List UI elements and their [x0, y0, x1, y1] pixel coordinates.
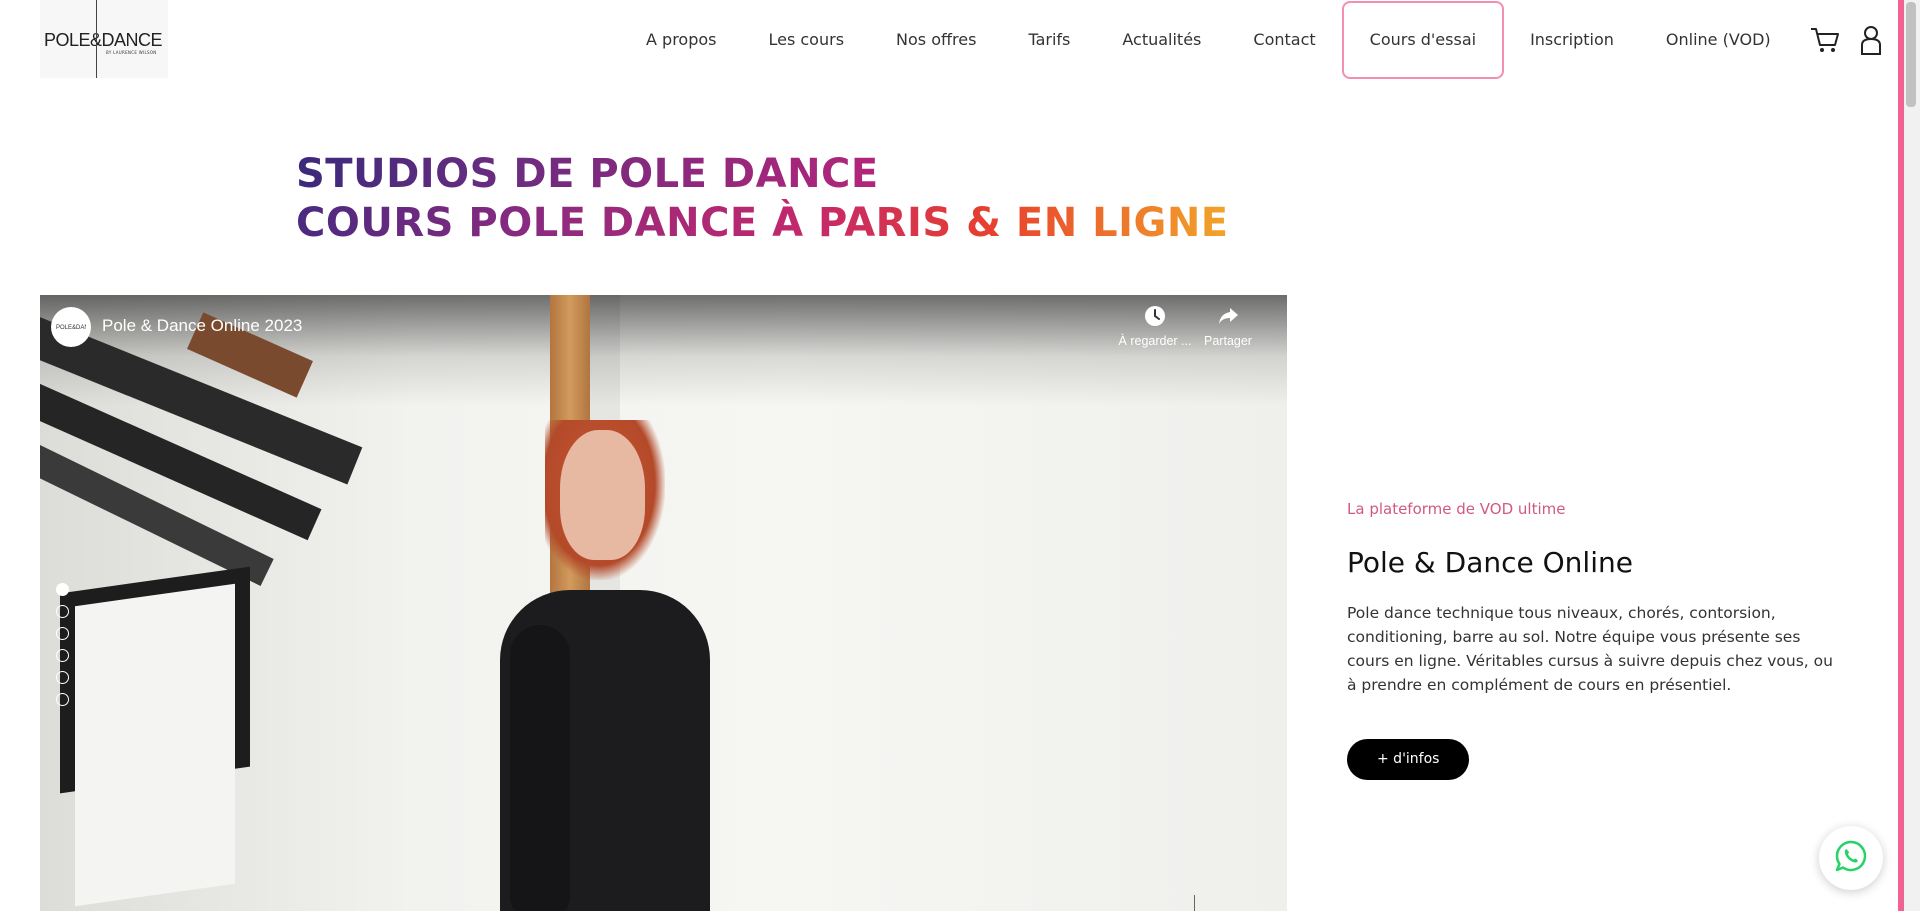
scrollbar-thumb[interactable] — [1906, 2, 1916, 107]
svg-text:POLE&DANCE: POLE&DANCE — [56, 325, 86, 331]
hero-line-2: COURS POLE DANCE À PARIS & EN LIGNE — [296, 200, 1229, 246]
vod-kicker: La plateforme de VOD ultime — [1347, 500, 1566, 518]
slide-dot-5[interactable] — [56, 671, 69, 684]
whatsapp-icon — [1834, 839, 1868, 877]
nav-item-actualites[interactable]: Actualités — [1096, 0, 1227, 80]
scrollbar-accent-rail — [1898, 0, 1904, 911]
cart-icon[interactable] — [1807, 0, 1843, 80]
page-scrollbar[interactable] — [1898, 0, 1920, 911]
nav-item-tarifs[interactable]: Tarifs — [1002, 0, 1096, 80]
whatsapp-button[interactable] — [1819, 826, 1883, 890]
user-icon[interactable] — [1853, 0, 1889, 80]
logo-byline: BY LAURENCE WILSON — [106, 50, 157, 55]
slide-dot-1[interactable] — [56, 583, 69, 596]
logo-divider — [96, 0, 97, 78]
share-label: Partager — [1204, 334, 1252, 348]
channel-avatar[interactable]: POLE&DANCE — [51, 307, 91, 347]
vod-promo: La plateforme de VOD ultime Pole & Dance… — [1347, 500, 1847, 780]
nav-item-online-vod[interactable]: Online (VOD) — [1640, 0, 1797, 80]
site-logo[interactable]: POLE&DANCE BY LAURENCE WILSON — [40, 0, 168, 78]
slide-pagination — [56, 583, 69, 715]
video-top-bar: POLE&DANCE Pole & Dance Online 2023 À re… — [40, 295, 1287, 355]
share-button[interactable]: Partager — [1183, 305, 1273, 348]
video-scene-dancer-arm — [510, 625, 570, 911]
nav-item-cours-essai[interactable]: Cours d'essai — [1341, 1, 1505, 79]
vod-title: Pole & Dance Online — [1347, 546, 1633, 579]
logo-wordmark: POLE&DANCE — [44, 30, 163, 50]
video-scene-dancer-face — [560, 430, 645, 560]
nav-item-inscription[interactable]: Inscription — [1504, 0, 1640, 80]
slide-dot-3[interactable] — [56, 627, 69, 640]
vod-description: Pole dance technique tous niveaux, choré… — [1347, 604, 1833, 694]
hero-headline: STUDIOS DE POLE DANCE COURS POLE DANCE À… — [296, 150, 1229, 248]
watch-later-label: À regarder ... — [1118, 334, 1192, 348]
nav-item-contact[interactable]: Contact — [1227, 0, 1341, 80]
slide-dot-2[interactable] — [56, 605, 69, 618]
nav-item-a-propos[interactable]: A propos — [620, 0, 742, 80]
main-nav: A propos Les cours Nos offres Tarifs Act… — [620, 0, 1889, 80]
share-icon — [1183, 305, 1273, 330]
video-tick-mark — [1194, 895, 1195, 911]
nav-item-nos-offres[interactable]: Nos offres — [870, 0, 1002, 80]
nav-item-les-cours[interactable]: Les cours — [742, 0, 870, 80]
slide-dot-6[interactable] — [56, 693, 69, 706]
slide-dot-4[interactable] — [56, 649, 69, 662]
more-info-button[interactable]: + d'infos — [1347, 739, 1470, 780]
video-scene-window — [75, 583, 235, 907]
site-header: POLE&DANCE BY LAURENCE WILSON A propos L… — [0, 0, 1898, 80]
video-title[interactable]: Pole & Dance Online 2023 — [102, 316, 302, 336]
video-player[interactable]: POLE&DANCE Pole & Dance Online 2023 À re… — [40, 295, 1287, 911]
hero-line-1: STUDIOS DE POLE DANCE — [296, 151, 879, 197]
